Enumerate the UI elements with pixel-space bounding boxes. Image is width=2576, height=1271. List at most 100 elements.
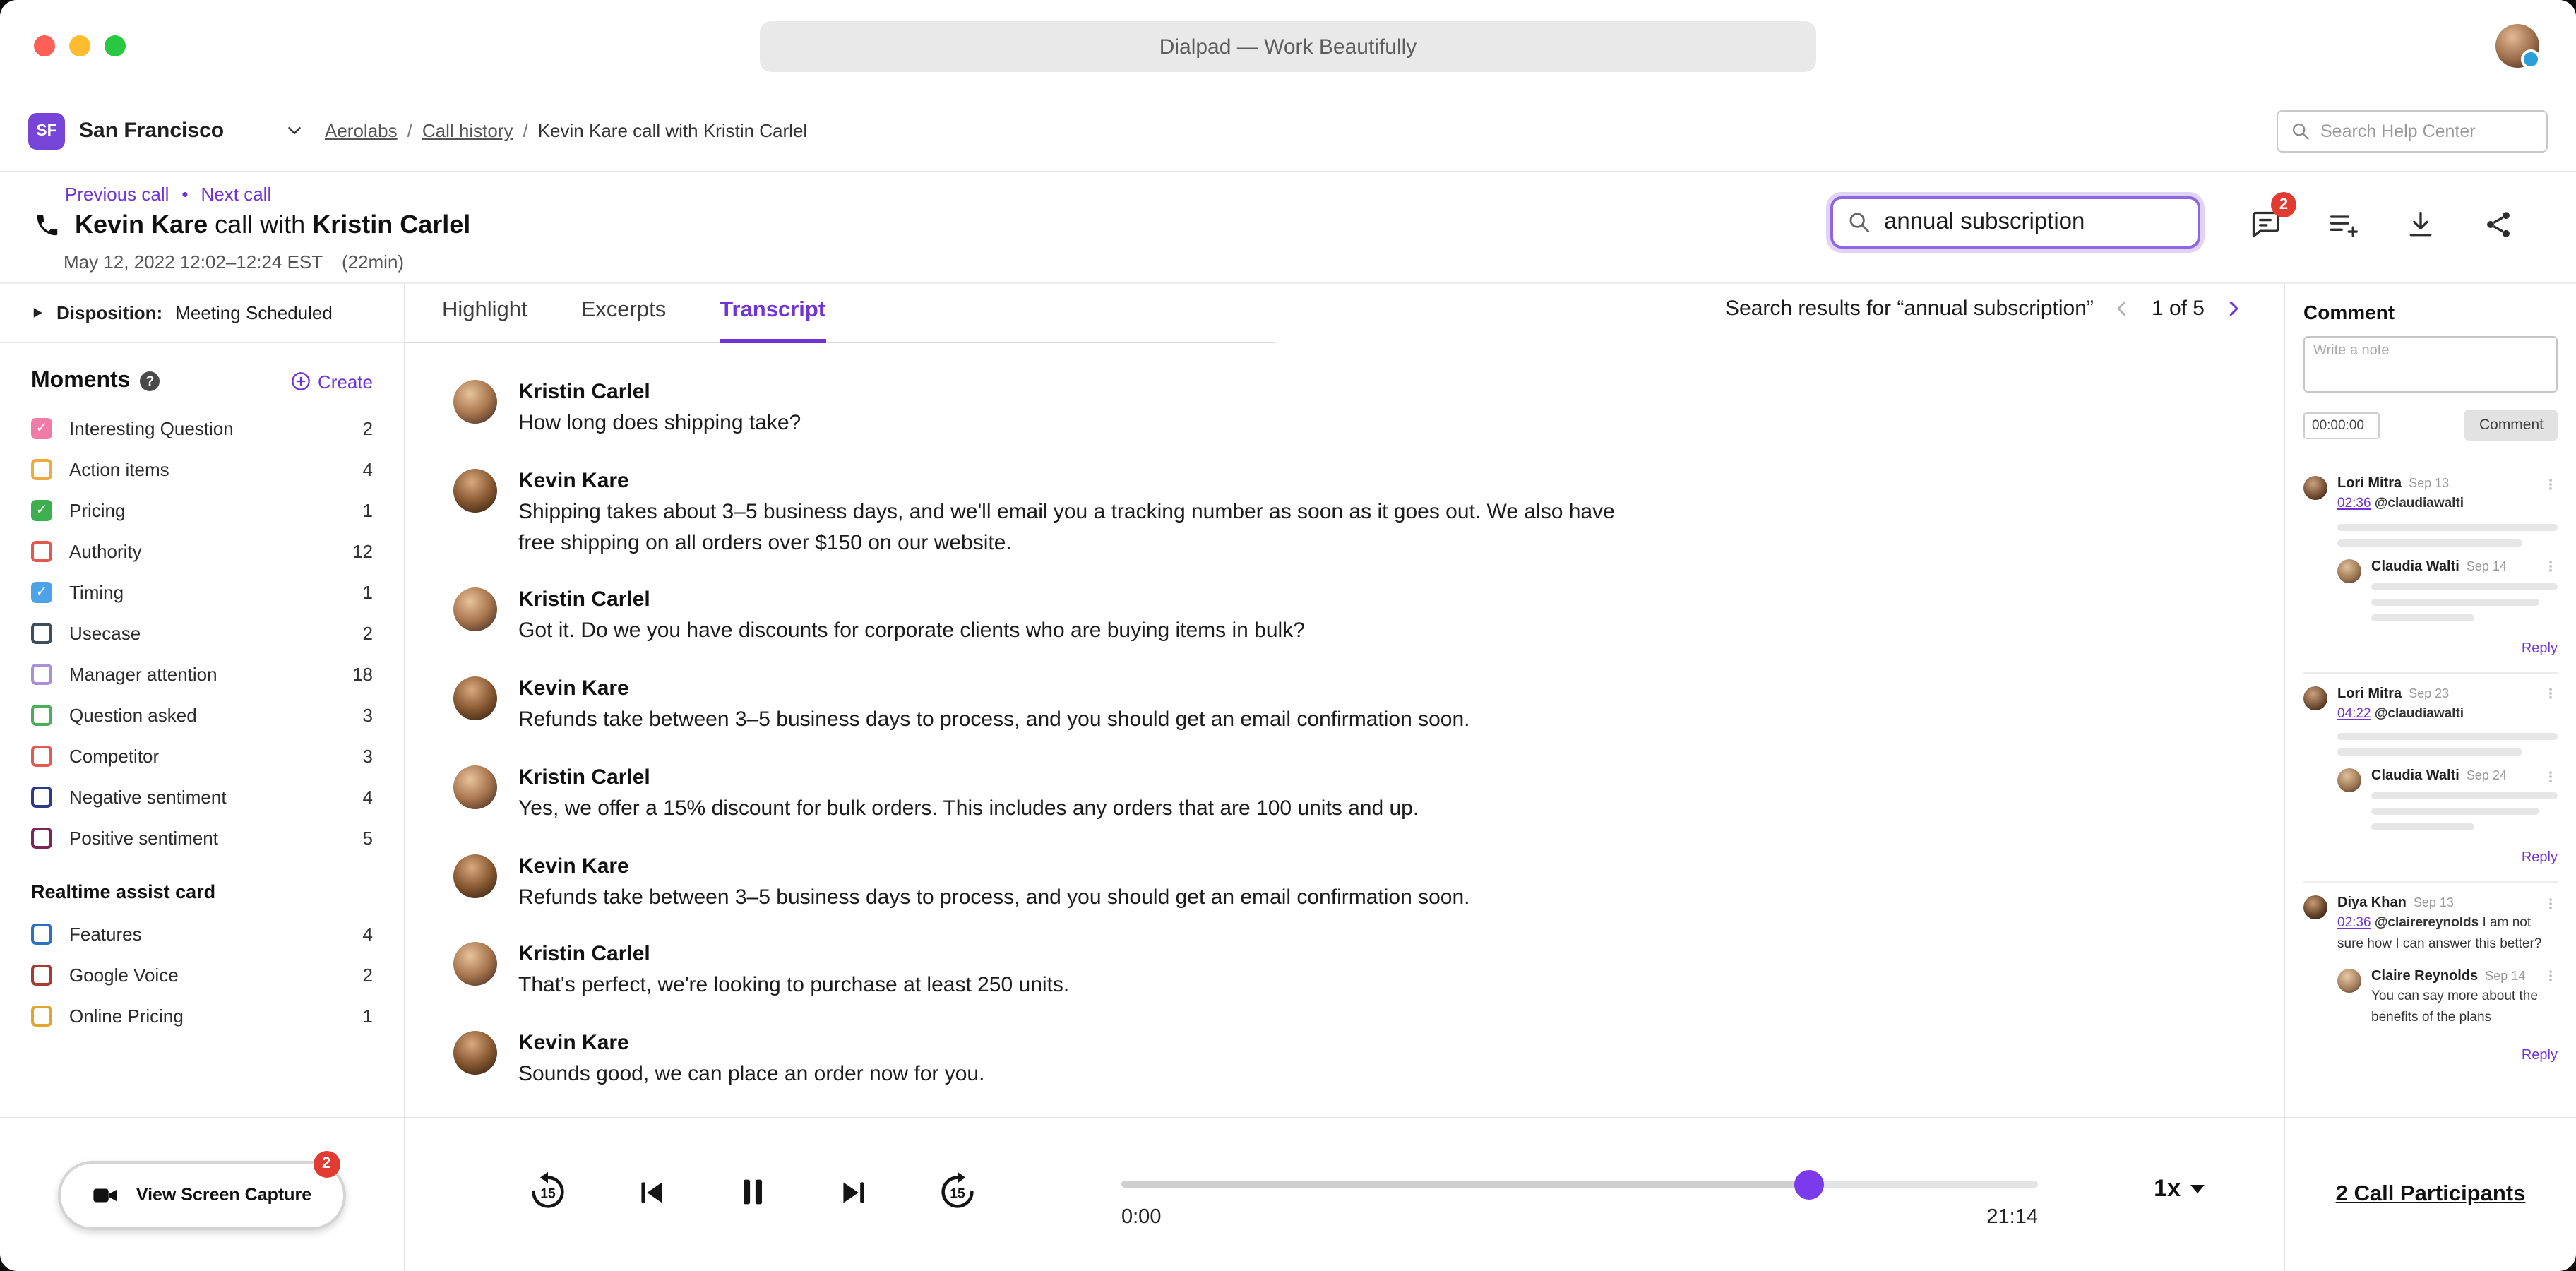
mention-link[interactable]: @claudiawalti [2375, 705, 2464, 721]
moment-count: 4 [363, 459, 373, 480]
timestamp-link[interactable]: 02:36 [2337, 916, 2371, 931]
playback-speed-button[interactable]: 1x [2154, 1175, 2205, 1203]
reply-link[interactable]: Reply [2522, 851, 2558, 866]
moment-row[interactable]: Negative sentiment4 [0, 777, 404, 818]
moment-row[interactable]: Action items4 [0, 449, 404, 490]
realtime-assist-list: Features4Google Voice2Online Pricing1 [0, 914, 404, 1037]
moment-row[interactable]: Competitor3 [0, 736, 404, 777]
timestamp-link[interactable]: 04:22 [2337, 705, 2371, 721]
moment-checkbox[interactable] [31, 828, 52, 849]
zoom-window-button[interactable] [105, 35, 126, 56]
help-icon[interactable]: ? [140, 371, 160, 391]
reply-link[interactable]: Reply [2522, 1049, 2558, 1064]
moment-checkbox[interactable] [31, 965, 52, 986]
moment-row[interactable]: Positive sentiment5 [0, 818, 404, 859]
moment-label: Features [69, 924, 346, 945]
moment-checkbox[interactable]: ✓ [31, 418, 52, 439]
disposition-row[interactable]: Disposition: Meeting Scheduled [0, 284, 404, 343]
moment-checkbox[interactable] [31, 623, 52, 644]
moment-count: 1 [363, 1006, 373, 1027]
transcript-entry: Kristin CarlelHow long does shipping tak… [453, 380, 2255, 439]
kebab-menu-icon[interactable] [2544, 770, 2558, 784]
call-title: Kevin Kare call with Kristin Carlel [34, 210, 470, 240]
office-switcher[interactable]: SF San Francisco [28, 112, 305, 149]
transcript-search[interactable] [1830, 196, 2200, 249]
user-avatar[interactable] [2496, 24, 2539, 68]
feedback-badge: 2 [2271, 192, 2296, 217]
moment-checkbox[interactable] [31, 459, 52, 480]
kebab-menu-icon[interactable] [2544, 686, 2558, 700]
help-search[interactable] [2277, 109, 2548, 152]
comment-timestamp-input[interactable] [2303, 412, 2380, 438]
player-right-section: 2 Call Participants [2284, 1118, 2576, 1271]
moment-count: 1 [363, 582, 373, 603]
moment-checkbox[interactable] [31, 664, 52, 685]
view-screen-capture-label: View Screen Capture [136, 1185, 311, 1205]
moment-row[interactable]: ✓Timing1 [0, 572, 404, 613]
moment-row[interactable]: Authority12 [0, 531, 404, 572]
moment-checkbox[interactable] [31, 746, 52, 767]
moment-row[interactable]: Google Voice2 [0, 955, 404, 996]
moment-row[interactable]: Usecase2 [0, 613, 404, 654]
pause-button[interactable] [734, 1174, 771, 1210]
reply-link[interactable]: Reply [2522, 640, 2558, 656]
kebab-menu-icon[interactable] [2544, 477, 2558, 491]
speaker-name: Kristin Carlel [518, 943, 2255, 967]
moment-row[interactable]: ✓Interesting Question2 [0, 408, 404, 449]
moment-row[interactable]: Manager attention18 [0, 654, 404, 695]
kebab-menu-icon[interactable] [2544, 897, 2558, 911]
search-results-bar: Search results for “annual subscription”… [1725, 297, 2244, 321]
help-search-input[interactable] [2320, 121, 2534, 141]
feedback-button[interactable]: 2 [2250, 209, 2281, 240]
moment-row[interactable]: Question asked3 [0, 695, 404, 736]
progress-track[interactable] [1121, 1181, 2038, 1188]
moment-count: 3 [363, 746, 373, 767]
moment-checkbox[interactable] [31, 1006, 52, 1027]
moment-checkbox[interactable] [31, 705, 52, 726]
tab-excerpts[interactable]: Excerpts [581, 298, 667, 343]
comment-header: Claudia WaltiSep 14 [2371, 559, 2558, 574]
play-icon[interactable] [31, 306, 44, 319]
close-window-button[interactable] [34, 35, 55, 56]
chevron-down-icon[interactable] [284, 120, 305, 141]
transcript-search-input[interactable] [1884, 209, 2183, 236]
forward-15-button[interactable]: 15 [936, 1171, 979, 1213]
moment-row[interactable]: ✓Pricing1 [0, 490, 404, 531]
comment-controls: Comment [2303, 410, 2558, 441]
create-moment-button[interactable]: Create [291, 371, 373, 392]
call-participants-link[interactable]: 2 Call Participants [2336, 1182, 2526, 1207]
moment-checkbox[interactable]: ✓ [31, 500, 52, 521]
mention-link[interactable]: @claudiawalti [2375, 496, 2464, 511]
moment-checkbox[interactable]: ✓ [31, 582, 52, 603]
breadcrumb-aerolabs[interactable]: Aerolabs [325, 120, 398, 141]
next-result-button[interactable] [2223, 298, 2244, 319]
comment-submit-button[interactable]: Comment [2465, 410, 2558, 441]
view-screen-capture-button[interactable]: View Screen Capture 2 [59, 1160, 345, 1229]
tab-transcript[interactable]: Transcript [720, 298, 825, 343]
add-to-playlist-button[interactable] [2327, 209, 2359, 240]
moment-row[interactable]: Online Pricing1 [0, 996, 404, 1037]
timestamp-link[interactable]: 02:36 [2337, 496, 2371, 511]
moment-count: 4 [363, 787, 373, 808]
reply-row: Reply [2303, 633, 2558, 659]
next-call-link[interactable]: Next call [201, 184, 272, 205]
share-button[interactable] [2483, 209, 2514, 240]
moment-row[interactable]: Features4 [0, 914, 404, 955]
moment-checkbox[interactable] [31, 787, 52, 808]
previous-call-link[interactable]: Previous call [65, 184, 169, 205]
note-input[interactable] [2303, 336, 2558, 393]
progress-thumb[interactable] [1794, 1169, 1824, 1199]
breadcrumb-call-history[interactable]: Call history [422, 120, 513, 141]
download-button[interactable] [2405, 209, 2436, 240]
minimize-window-button[interactable] [69, 35, 90, 56]
moment-checkbox[interactable] [31, 924, 52, 945]
tab-highlight[interactable]: Highlight [442, 298, 527, 343]
previous-result-button[interactable] [2112, 298, 2133, 319]
mention-link[interactable]: @clairereynolds [2375, 916, 2479, 931]
kebab-menu-icon[interactable] [2544, 969, 2558, 984]
skip-next-button[interactable] [836, 1174, 871, 1210]
moment-checkbox[interactable] [31, 541, 52, 562]
skip-previous-button[interactable] [634, 1174, 669, 1210]
kebab-menu-icon[interactable] [2544, 559, 2558, 573]
rewind-15-button[interactable]: 15 [527, 1171, 569, 1213]
